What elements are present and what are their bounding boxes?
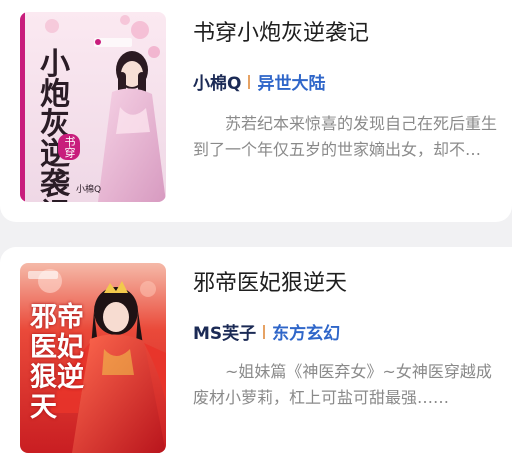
book-title[interactable]: 书穿小炮灰逆袭记 bbox=[193, 15, 369, 47]
book-card[interactable]: 邪帝医妃狠逆天 邪帝医妃狠逆天 MS芙子 东方玄幻 ~姐妹篇《神医弃女》~女神医… bbox=[0, 247, 512, 467]
book-card[interactable]: 小炮灰逆袭记 书穿 小棉Q 书穿小炮灰逆袭记 小棉Q 异世大陆 苏若纪本来惊喜的… bbox=[0, 0, 512, 222]
cover-title: 小炮灰逆袭记 bbox=[40, 47, 70, 203]
meta-separator bbox=[263, 324, 266, 339]
book-cover[interactable]: 小炮灰逆袭记 书穿 小棉Q bbox=[20, 12, 166, 202]
book-description: 苏若纪本来惊喜的发现自己在死后重生到了一个年仅五岁的世家嫡出女，却不料…… bbox=[193, 114, 498, 159]
cover-title: 邪帝医妃狠逆天 bbox=[30, 302, 84, 423]
meta-separator bbox=[248, 74, 251, 89]
book-list: 小炮灰逆袭记 书穿 小棉Q 书穿小炮灰逆袭记 小棉Q 异世大陆 苏若纪本来惊喜的… bbox=[0, 0, 512, 467]
book-meta: MS芙子 东方玄幻 bbox=[193, 319, 340, 344]
book-title[interactable]: 邪帝医妃狠逆天 bbox=[193, 265, 347, 297]
cover-tag: 书穿 bbox=[58, 134, 80, 160]
book-description: ~姐妹篇《神医弃女》~女神医穿越成废材小萝莉，杠上可盐可甜最强…… bbox=[193, 362, 492, 407]
cover-author-mark: 小棉Q bbox=[76, 185, 102, 195]
book-cover[interactable]: 邪帝医妃狠逆天 bbox=[20, 263, 166, 453]
book-genre[interactable]: 异世大陆 bbox=[257, 69, 325, 94]
book-author[interactable]: 小棉Q bbox=[193, 69, 241, 94]
book-meta: 小棉Q 异世大陆 bbox=[193, 69, 325, 94]
book-genre[interactable]: 东方玄幻 bbox=[272, 319, 340, 344]
book-author[interactable]: MS芙子 bbox=[193, 319, 256, 344]
